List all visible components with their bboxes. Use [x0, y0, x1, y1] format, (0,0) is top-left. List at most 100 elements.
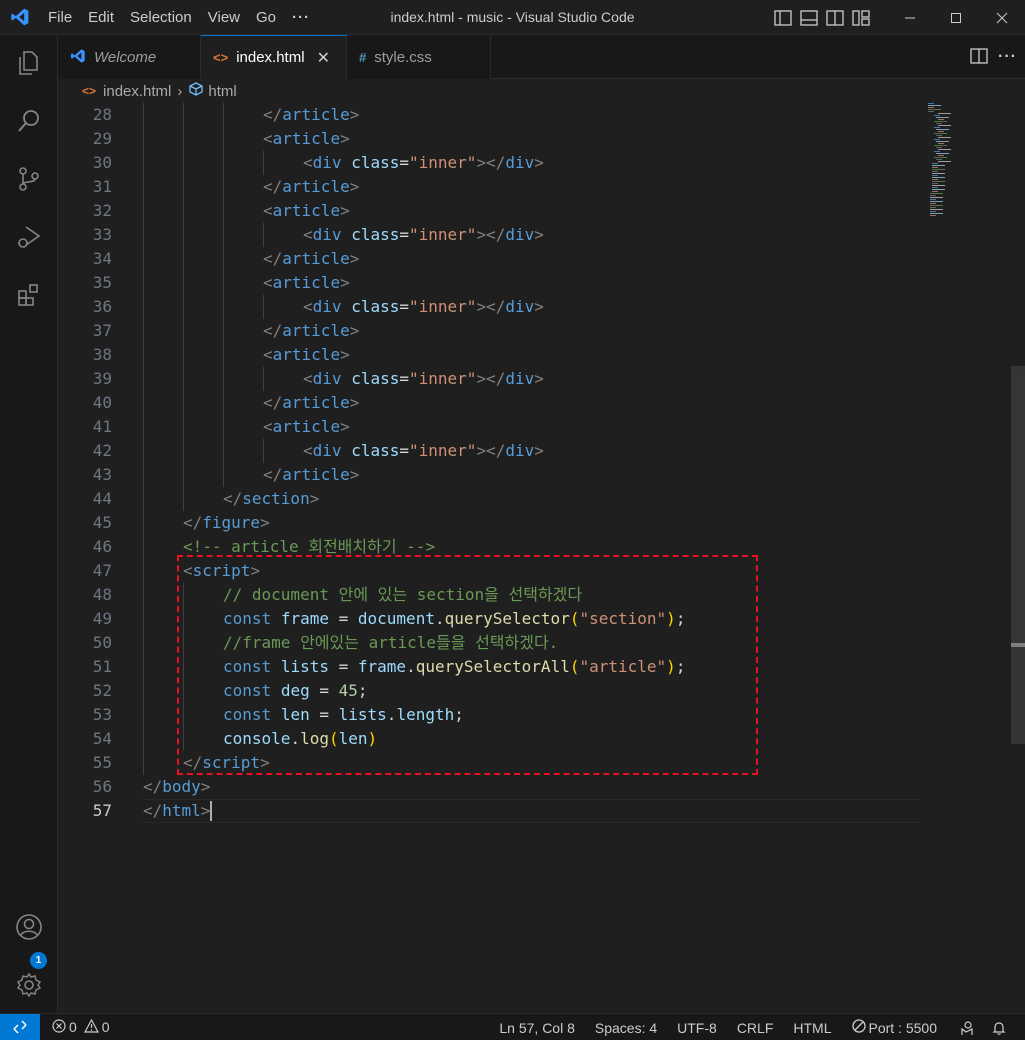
split-editor-icon[interactable] — [970, 47, 988, 67]
code-token: div — [505, 441, 535, 460]
code-token: "section" — [579, 609, 667, 628]
language-mode[interactable]: HTML — [785, 1020, 839, 1036]
scrollbar-thumb[interactable] — [1011, 366, 1025, 744]
close-window-icon[interactable] — [979, 0, 1025, 35]
code-line[interactable]: 34 </article> — [58, 247, 918, 271]
tab-welcome[interactable]: Welcome — [58, 35, 201, 79]
code-line[interactable]: 41 <article> — [58, 415, 918, 439]
code-line[interactable]: 47 <script> — [58, 559, 918, 583]
toggle-panel-icon[interactable] — [797, 0, 821, 35]
menu-file[interactable]: File — [40, 0, 80, 35]
code-token: . — [386, 705, 397, 724]
live-server-status[interactable]: Port : 5500 — [844, 1019, 946, 1036]
menu-selection[interactable]: Selection — [122, 0, 200, 35]
breadcrumb-file[interactable]: index.html — [103, 83, 171, 100]
code-line[interactable]: 50 //frame 안에있는 article들을 선택하겠다. — [58, 631, 918, 655]
more-actions-icon[interactable]: ··· — [998, 48, 1017, 66]
code-token: </ — [263, 393, 283, 412]
indentation-setting[interactable]: Spaces: 4 — [587, 1020, 665, 1036]
remote-indicator-icon[interactable] — [0, 1013, 40, 1040]
code-line[interactable]: 40 </article> — [58, 391, 918, 415]
accounts-icon[interactable] — [0, 903, 58, 951]
menu-edit[interactable]: Edit — [80, 0, 122, 35]
code-editor[interactable]: 28 </article> 29 <article> 30 <div class="inn… — [58, 103, 1025, 1013]
code-token: = — [399, 369, 409, 388]
indent-guide — [183, 583, 184, 607]
code-line[interactable]: 49 const frame = document.querySelector("… — [58, 607, 918, 631]
run-and-debug-icon[interactable] — [0, 213, 58, 261]
menu-view[interactable]: View — [200, 0, 248, 35]
minimap[interactable] — [926, 103, 1006, 223]
code-token: querySelectorAll — [415, 657, 570, 676]
code-token: = — [399, 297, 409, 316]
accounts-feedback-icon[interactable] — [951, 1020, 983, 1036]
code-line[interactable]: 46 <!-- article 회전배치하기 --> — [58, 535, 918, 559]
cursor-position[interactable]: Ln 57, Col 8 — [491, 1020, 583, 1036]
code-line[interactable]: 48 // document 안에 있는 section을 선택하겠다 — [58, 583, 918, 607]
code-line[interactable]: 54 console.log(len) — [58, 727, 918, 751]
vertical-scrollbar[interactable] — [1008, 103, 1025, 1013]
code-line[interactable]: 57 </html> — [58, 799, 918, 823]
toggle-primary-sidebar-icon[interactable] — [771, 0, 795, 35]
toggle-secondary-sidebar-icon[interactable] — [823, 0, 847, 35]
minimap-line — [934, 115, 940, 116]
minimap-line — [930, 205, 943, 206]
notifications-bell-icon[interactable] — [983, 1020, 1015, 1036]
tab-index-html[interactable]: <> index.html ✕ — [201, 35, 347, 79]
code-token: < — [303, 225, 313, 244]
minimize-icon[interactable] — [887, 0, 933, 35]
code-token: < — [303, 441, 313, 460]
code-line[interactable]: 53 const len = lists.length; — [58, 703, 918, 727]
extensions-icon[interactable] — [0, 271, 58, 319]
menu-go[interactable]: Go — [248, 0, 284, 35]
breadcrumb-symbol[interactable]: html — [208, 83, 236, 100]
close-tab-icon[interactable]: ✕ — [317, 48, 330, 68]
explorer-icon[interactable] — [0, 39, 58, 87]
maximize-icon[interactable] — [933, 0, 979, 35]
code-token: //frame 안에있는 article들을 선택하겠다. — [223, 633, 559, 652]
code-line[interactable]: 55 </script> — [58, 751, 918, 775]
code-line[interactable]: 30 <div class="inner"></div> — [58, 151, 918, 175]
customize-layout-icon[interactable] — [849, 0, 873, 35]
code-token: const — [223, 705, 272, 724]
search-icon[interactable] — [0, 97, 58, 145]
code-line[interactable]: 43 </article> — [58, 463, 918, 487]
code-token: document — [357, 609, 435, 628]
code-line[interactable]: 45 </figure> — [58, 511, 918, 535]
minimap-line — [936, 123, 942, 124]
code-token: console — [223, 729, 291, 748]
code-line[interactable]: 36 <div class="inner"></div> — [58, 295, 918, 319]
line-number: 55 — [92, 753, 112, 772]
code-text: </article> — [263, 175, 359, 199]
end-of-line[interactable]: CRLF — [729, 1020, 782, 1036]
code-token: > — [200, 801, 211, 820]
file-encoding[interactable]: UTF-8 — [669, 1020, 725, 1036]
tab-style-css[interactable]: # style.css — [347, 35, 491, 79]
code-line[interactable]: 32 <article> — [58, 199, 918, 223]
source-control-icon[interactable] — [0, 155, 58, 203]
code-line[interactable]: 35 <article> — [58, 271, 918, 295]
indent-guide — [223, 199, 224, 223]
code-line[interactable]: 38 <article> — [58, 343, 918, 367]
code-line[interactable]: 51 const lists = frame.querySelectorAll("… — [58, 655, 918, 679]
code-line[interactable]: 56 </body> — [58, 775, 918, 799]
code-line[interactable]: 29 <article> — [58, 127, 918, 151]
code-line[interactable]: 28 </article> — [58, 103, 918, 127]
menu-more[interactable]: ··· — [284, 0, 318, 35]
code-token: < — [263, 417, 273, 436]
code-line[interactable]: 39 <div class="inner"></div> — [58, 367, 918, 391]
indent-guide — [143, 295, 144, 319]
tab-label: index.html — [236, 49, 305, 66]
code-line[interactable]: 44 </section> — [58, 487, 918, 511]
code-line[interactable]: 31 </article> — [58, 175, 918, 199]
code-line[interactable]: 33 <div class="inner"></div> — [58, 223, 918, 247]
manage-gear-icon[interactable] — [0, 961, 58, 1009]
code-line[interactable]: 42 <div class="inner"></div> — [58, 439, 918, 463]
code-token: html — [162, 801, 201, 820]
problems-status[interactable]: 0 0 — [44, 1018, 118, 1036]
indent-guide — [143, 727, 144, 751]
line-number: 36 — [92, 297, 112, 316]
code-line[interactable]: 37 </article> — [58, 319, 918, 343]
code-line[interactable]: 52 const deg = 45; — [58, 679, 918, 703]
